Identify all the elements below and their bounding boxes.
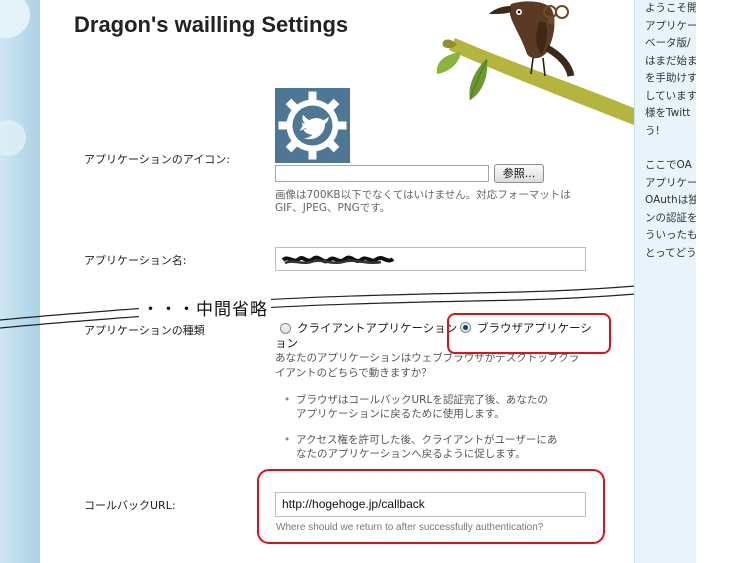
icon-hint-line1: 画像は700KB以下でなくてはいけません。対応フォーマットは [275, 189, 571, 201]
icon-hint-line2: GIF、JPEG、PNGです。 [275, 202, 391, 214]
callback-url-label: コールバックURL: [84, 499, 176, 512]
bullet-text-line1: ブラウザはコールバックURLを認証完了後、あなたの [296, 394, 548, 406]
redacted-scribble [281, 255, 395, 265]
radio-client-app[interactable] [280, 323, 291, 334]
radio-client-app-label[interactable]: クライアントアプリケーション [297, 320, 457, 336]
radio-browser-app-label[interactable]: ブラウザアプリケーシ [477, 320, 592, 336]
gear-bird-icon [278, 91, 347, 160]
app-name-label: アプリケーション名: [84, 254, 187, 267]
callback-url-hint: Where should we return to after successf… [276, 522, 544, 533]
cloud-decoration [0, 0, 30, 38]
sidebar-line: う! [645, 124, 660, 137]
sidebar-line: はまだ始ま [645, 54, 697, 67]
bullet-text-line2: アプリケーションに戻るために使用します。 [296, 408, 505, 420]
browse-button[interactable]: 参照... [494, 164, 544, 183]
bullet-dot-icon: • [284, 434, 291, 446]
app-icon-preview [275, 88, 350, 163]
sidebar-line: ういったも [645, 229, 697, 241]
sidebar-line: 様をTwitt [645, 107, 691, 119]
app-type-question-line1: あなたのアプリケーションはウェブブラウザかデスクトップクラ [275, 352, 580, 364]
cloud-decoration [0, 120, 26, 156]
sidebar-line: ベータ版/ [645, 37, 691, 49]
sidebar-line: ようこそ開 [645, 2, 697, 14]
sidebar-text: ようこそ開 アプリケー ベータ版/ はまだ始ま を手助けす しています 様をTw… [645, 0, 697, 262]
sidebar-line: とってどう [645, 246, 697, 259]
sidebar-line: を手助けす [645, 72, 697, 84]
app-type-label: アプリケーションの種類 [84, 324, 205, 337]
icon-field-label: アプリケーションのアイコン: [84, 153, 230, 166]
callback-url-input[interactable]: http://hogehoge.jp/callback [275, 492, 586, 517]
sidebar-line: しています [645, 89, 697, 102]
right-sidebar: ようこそ開 アプリケー ベータ版/ はまだ始ま を手助けす しています 様をTw… [634, 0, 697, 563]
right-edge-background [696, 0, 734, 563]
bird-on-branch-illustration [436, 1, 634, 125]
bullet-text-line1: アクセス権を許可した後、クライアントがユーザーにあ [296, 434, 558, 446]
sidebar-line: アプリケー [645, 19, 697, 32]
radio-browser-app[interactable] [460, 322, 471, 333]
omission-note: ・・・中間省略 [139, 295, 271, 320]
page-title: Dragon's wailling Settings [74, 12, 349, 37]
sidebar-line: アプリケーを登録 [645, 176, 697, 189]
sidebar-line: ンの認証を [645, 211, 697, 224]
sidebar-line: OAuthは独 [645, 194, 697, 206]
app-name-input[interactable] [275, 247, 586, 271]
radio-client-app-label-wrap: ョン [275, 336, 298, 350]
sidebar-line: ここでOA [645, 159, 692, 171]
bullet-text-line2: なたのアプリケーションへ戻るように促します。 [296, 448, 526, 460]
app-type-question-line2: イアントのどちらで動きますか？ [275, 367, 432, 379]
icon-file-path-input[interactable] [275, 165, 489, 182]
bullet-dot-icon: • [284, 394, 291, 406]
left-background [0, 0, 40, 563]
